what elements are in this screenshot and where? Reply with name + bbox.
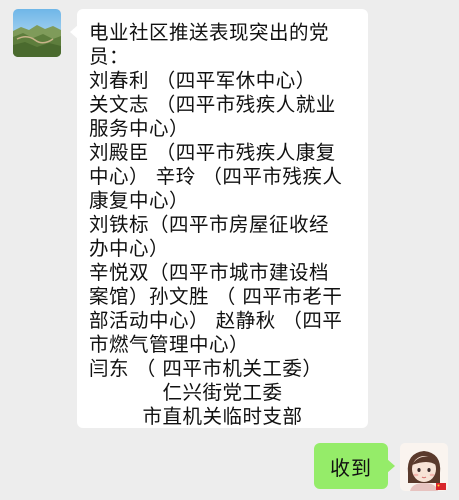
landscape-avatar-icon bbox=[13, 9, 61, 57]
incoming-message-bubble[interactable]: 电业社区推送表现突出的党 员： 刘春利 （四平军休中心） 关文志 （四平市残疾人… bbox=[70, 9, 368, 428]
message-line-2: 员： bbox=[89, 45, 130, 68]
message-line-9: 刘铁标（四平市房屋征收经 bbox=[89, 213, 330, 236]
message-line-16: 仁兴街党工委 bbox=[162, 381, 283, 404]
message-line-5: 服务中心） bbox=[89, 117, 190, 140]
outgoing-message-bubble[interactable]: 收到 bbox=[314, 443, 395, 489]
message-line-3: 刘春利 （四平军休中心） bbox=[89, 69, 316, 92]
message-line-7: 中心） 辛玲 （四平市残疾人 bbox=[89, 165, 343, 188]
message-line-6: 刘殿臣 （四平市残疾人康复 bbox=[89, 141, 336, 164]
outgoing-message-text: 收到 bbox=[330, 455, 372, 480]
sender-avatar[interactable] bbox=[13, 9, 61, 57]
message-line-17: 市直机关临时支部 bbox=[142, 405, 303, 428]
message-line-11: 辛悦双（四平市城市建设档 bbox=[89, 261, 330, 284]
message-line-15: 闫东 （ 四平市机关工委） bbox=[89, 357, 323, 380]
message-line-12: 案馆）孙文胜 （ 四平市老干 bbox=[89, 285, 343, 308]
illustrated-girl-avatar-icon bbox=[400, 443, 448, 491]
message-line-8: 康复中心） bbox=[89, 189, 190, 212]
message-line-13: 部活动中心） 赵静秋 （四平 bbox=[89, 309, 343, 332]
message-line-14: 市燃气管理中心） bbox=[89, 333, 250, 356]
message-line-1: 电业社区推送表现突出的党 bbox=[89, 21, 330, 44]
message-line-10: 办中心） bbox=[89, 237, 170, 260]
message-line-4: 关文志 （四平市残疾人就业 bbox=[89, 93, 336, 116]
self-avatar[interactable] bbox=[400, 443, 448, 491]
